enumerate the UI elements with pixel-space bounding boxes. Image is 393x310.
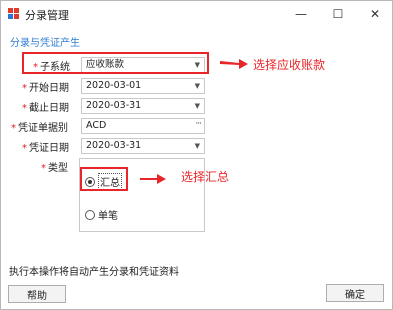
start-date-picker[interactable]: 2020-03-01 ▼ [81, 78, 205, 94]
highlight-box-subsystem [22, 52, 209, 74]
chevron-down-icon: ▼ [194, 102, 200, 110]
radio-single[interactable]: 单笔 [85, 207, 118, 222]
minimize-icon: — [295, 7, 307, 21]
end-date-label: * 截止日期 [22, 99, 69, 114]
minimize-button[interactable]: — [283, 1, 319, 27]
required-mark: * [22, 143, 27, 154]
maximize-button[interactable]: ☐ [320, 1, 356, 27]
chevron-down-icon: ▼ [194, 82, 200, 90]
voucher-date-picker[interactable]: 2020-03-31 ▼ [81, 138, 205, 154]
type-label: * 类型 [41, 159, 68, 174]
app-logo-icon [8, 8, 19, 19]
radio-unchecked-icon [85, 209, 95, 220]
voucher-basis-label-text: 凭证单据别 [18, 123, 68, 134]
end-date-label-text: 截止日期 [29, 103, 69, 114]
type-label-text: 类型 [48, 163, 68, 174]
arrow-right-icon [140, 174, 166, 184]
required-mark: * [11, 123, 16, 134]
voucher-basis-value: ACD [86, 120, 107, 131]
section-title: 分录与凭证产生 [10, 38, 80, 49]
help-button[interactable]: 帮助 [8, 285, 66, 303]
voucher-basis-label: * 凭证单据别 [11, 119, 68, 134]
highlight-box-summary [80, 167, 128, 191]
radio-single-label: 单笔 [98, 211, 118, 222]
maximize-icon: ☐ [332, 7, 344, 21]
footer-message: 执行本操作将自动产生分录和凭证资料 [9, 267, 179, 278]
start-date-label: * 开始日期 [22, 79, 69, 94]
end-date-picker[interactable]: 2020-03-31 ▼ [81, 98, 205, 114]
end-date-value: 2020-03-31 [86, 100, 142, 111]
dialog-window: 分录管理 — ☐ ✕ 分录与凭证产生 * 子系统 应收账款 ▼ * 开始日期 202… [0, 0, 393, 310]
voucher-date-value: 2020-03-31 [86, 140, 142, 151]
ok-button[interactable]: 确定 [326, 284, 384, 302]
chevron-down-icon: ▼ [194, 142, 200, 150]
voucher-date-label: * 凭证日期 [22, 139, 69, 154]
start-date-label-text: 开始日期 [29, 83, 69, 94]
required-mark: * [22, 83, 27, 94]
close-icon: ✕ [369, 7, 381, 21]
required-mark: * [22, 103, 27, 114]
annotation-select-ar: 选择应收账款 [253, 58, 326, 72]
ellipsis-icon[interactable]: ··· [195, 117, 202, 131]
title-bar[interactable]: 分录管理 — ☐ ✕ [1, 1, 392, 27]
window-title: 分录管理 [25, 9, 69, 22]
required-mark: * [41, 163, 46, 174]
annotation-select-summary: 选择汇总 [181, 170, 230, 184]
voucher-date-label-text: 凭证日期 [29, 143, 69, 154]
voucher-basis-input[interactable]: ACD ··· [81, 118, 205, 134]
arrow-right-icon [220, 59, 248, 69]
close-button[interactable]: ✕ [357, 1, 393, 27]
start-date-value: 2020-03-01 [86, 80, 142, 91]
